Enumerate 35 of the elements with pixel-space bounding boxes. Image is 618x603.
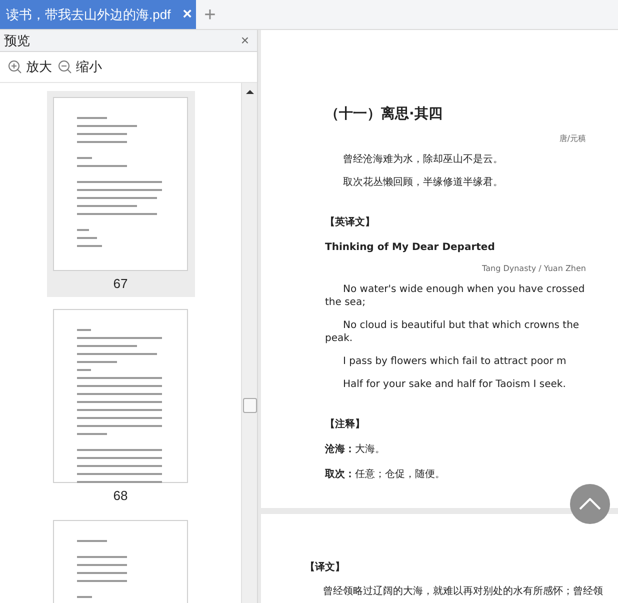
verse-line: 取次花丛懒回顾，半缘修道半缘君。 [342,176,504,189]
verse-line: I pass by flowers which fail to attract poor m [342,355,568,368]
author-attribution: 唐/元稹 [558,133,586,145]
zoom-out-button[interactable]: 缩小 [58,57,102,77]
document-tab[interactable]: 读书，带我去山外边的海.pdf × [0,0,196,29]
panel-title: 预览 [4,32,30,50]
scrollbar-thumb[interactable] [242,398,256,413]
verse-line: 曾经领略过辽阔的大海，就难以再对别处的水有所感怀；曾经领 [322,585,604,598]
note-text: 任意；仓促，随便。 [355,468,445,482]
page-thumbnail[interactable]: 68 [46,302,194,508]
scrollbar[interactable] [241,83,257,603]
zoom-in-button[interactable]: 放大 [8,57,52,77]
note-text: 大海。 [355,442,385,457]
chevron-up-icon [579,498,601,510]
author-attribution: Tang Dynasty / Yuan Zhen [481,263,586,275]
zoom-in-icon [8,60,22,74]
verse-line: No cloud is beautiful but that which crowns the peak. [325,319,580,345]
section-heading: 【译文】 [305,560,346,575]
close-panel-button[interactable]: × [240,30,253,51]
verse-line: 曾经沧海难为水，除却巫山不是云。 [342,153,504,166]
zoom-out-icon [58,60,72,74]
english-title: Thinking of My Dear Departed [325,241,496,255]
page-thumbnail[interactable]: 67 [46,91,194,296]
page-number: 67 [113,275,128,293]
note-term: 沧海： [325,442,355,457]
page-number: 68 [113,486,128,504]
section-heading: 【英译文】 [325,216,376,230]
scroll-up-icon [246,89,254,95]
note-term: 取次： [325,468,355,482]
close-tab-button[interactable]: × [182,6,192,22]
section-heading: 【注释】 [325,417,366,432]
verse-line: Half for your sake and half for Taoism I seek. [342,378,567,391]
verse-line: No water's wide enough when you have crossed the sea; [325,283,586,309]
tab-title: 读书，带我去山外边的海.pdf [6,6,172,24]
poem-title: （十一）离思·其四 [325,104,444,124]
